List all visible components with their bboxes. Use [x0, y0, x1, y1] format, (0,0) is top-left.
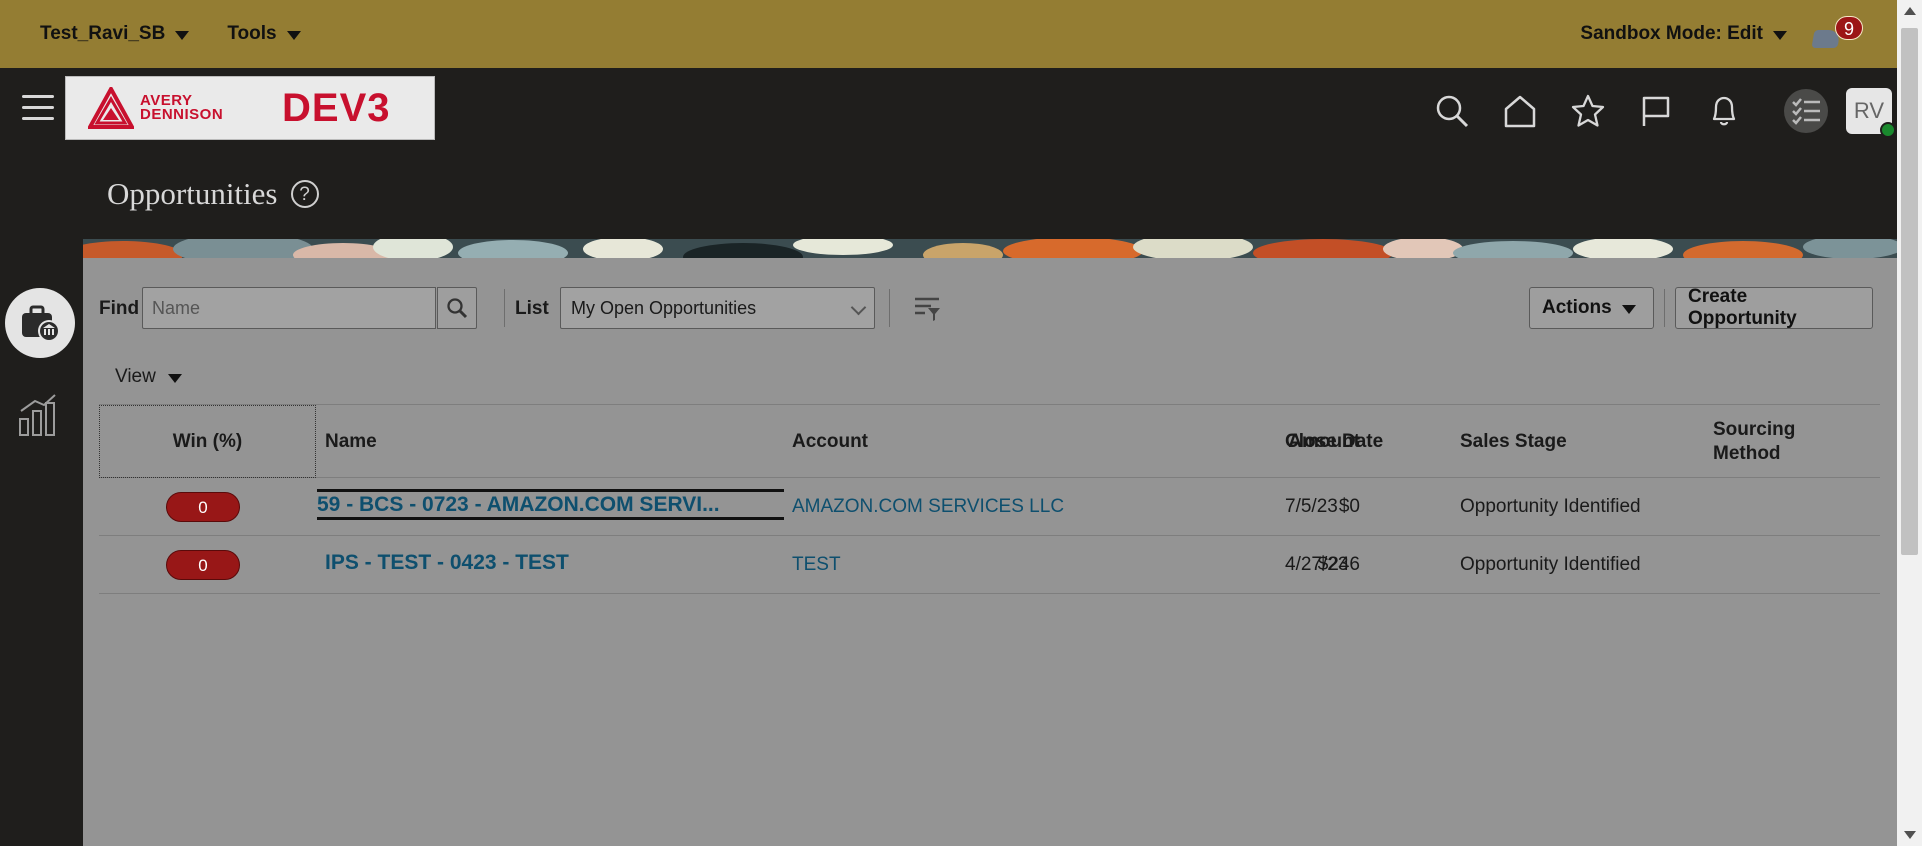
list-select[interactable]: My Open Opportunities	[560, 287, 875, 329]
caret-down-icon	[1773, 31, 1787, 40]
page-title-container: Opportunities ?	[107, 176, 319, 212]
avery-logo-mark	[86, 84, 136, 129]
company-logo[interactable]: AVERY DENNISON DEV3	[65, 76, 435, 140]
home-icon[interactable]	[1500, 91, 1540, 131]
sandbox-notifications[interactable]: 9	[1811, 16, 1863, 52]
view-label: View	[115, 366, 156, 387]
close-date-cell: 4/27/23	[1285, 554, 1349, 575]
sandbox-menu[interactable]: Test_Ravi_SB	[40, 23, 190, 45]
caret-down-icon	[286, 31, 301, 40]
sandbox-mode-menu[interactable]: Sandbox Mode: Edit	[1580, 23, 1787, 45]
win-percent-badge: 0	[166, 550, 240, 580]
toolbar-divider	[889, 289, 890, 327]
column-header-win[interactable]: Win (%)	[99, 405, 316, 478]
caret-down-icon	[1621, 305, 1636, 314]
favorites-icon[interactable]	[1568, 91, 1608, 131]
flag-icon[interactable]	[1636, 91, 1676, 131]
caret-down-icon	[175, 31, 190, 40]
main-content: Find Name List My Open Opportunities Act…	[83, 258, 1897, 846]
actions-label: Actions	[1542, 297, 1612, 318]
toolbar-divider	[504, 289, 505, 327]
opportunities-table: Win (%) Name Account Amount Close Date S…	[99, 404, 1880, 594]
search-button[interactable]	[437, 287, 477, 329]
online-status-dot	[1880, 122, 1896, 138]
account-link[interactable]: AMAZON.COM SERVICES LLC	[792, 496, 1064, 518]
page-title: Opportunities	[107, 176, 278, 211]
caret-down-icon	[167, 374, 182, 383]
help-icon[interactable]: ?	[290, 180, 319, 208]
hamburger-menu-icon[interactable]	[22, 95, 54, 121]
close-date-cell: 7/5/23	[1285, 496, 1338, 517]
list-label: List	[515, 298, 549, 319]
find-label: Find	[99, 298, 140, 319]
environment-label: DEV3	[282, 85, 391, 130]
advanced-filter-icon[interactable]	[913, 294, 941, 322]
table-row: 0 59 - BCS - 0723 - AMAZON.COM SERVI... …	[99, 478, 1880, 536]
column-header-name[interactable]: Name	[325, 431, 377, 453]
opportunity-name-link[interactable]: IPS - TEST - 0423 - TEST	[325, 551, 569, 575]
header-icons: RV	[1404, 88, 1897, 138]
search-icon	[447, 298, 468, 319]
scroll-up-arrow-icon[interactable]	[1904, 7, 1916, 15]
column-header-account[interactable]: Account	[792, 431, 868, 453]
search-icon[interactable]	[1432, 91, 1472, 131]
column-header-sales-stage[interactable]: Sales Stage	[1460, 431, 1567, 453]
sandbox-right: Sandbox Mode: Edit 9	[1580, 16, 1863, 52]
view-menu[interactable]: View	[115, 366, 182, 388]
sales-stage-cell: Opportunity Identified	[1460, 554, 1641, 575]
table-header-row: Win (%) Name Account Amount Close Date S…	[99, 404, 1880, 478]
scrollbar-thumb[interactable]	[1901, 28, 1918, 555]
create-opportunity-button[interactable]: Create Opportunity	[1675, 286, 1873, 329]
app-root: Test_Ravi_SB Tools Sandbox Mode: Edit 9	[0, 0, 1922, 846]
table-row: 0 IPS - TEST - 0423 - TEST TEST $246 4/2…	[99, 536, 1880, 594]
left-navigation-rail	[0, 218, 83, 846]
decorative-banner	[83, 239, 1897, 258]
tools-menu[interactable]: Tools	[227, 23, 301, 45]
opportunity-name-link[interactable]: 59 - BCS - 0723 - AMAZON.COM SERVI...	[317, 489, 784, 520]
chevron-down-icon	[850, 299, 867, 316]
logo-text: AVERY DENNISON	[140, 92, 224, 123]
sandbox-name: Test_Ravi_SB	[40, 23, 166, 44]
analytics-chart-icon[interactable]	[18, 393, 58, 437]
column-header-sourcing-method[interactable]: Sourcing Method	[1713, 418, 1823, 466]
notifications-icon[interactable]	[1704, 91, 1744, 131]
create-opportunity-label: Create Opportunity	[1688, 286, 1797, 329]
page-scrollbar[interactable]	[1897, 0, 1922, 846]
actions-menu-button[interactable]: Actions	[1529, 287, 1654, 329]
account-link[interactable]: TEST	[792, 554, 841, 576]
find-name-input[interactable]: Name	[142, 287, 436, 329]
avatar-initials: RV	[1853, 98, 1885, 123]
win-percent-badge: 0	[166, 492, 240, 522]
search-toolbar: Find Name List My Open Opportunities Act…	[83, 286, 1897, 329]
list-selected-value: My Open Opportunities	[571, 298, 757, 318]
tools-label: Tools	[227, 23, 277, 44]
scroll-down-arrow-icon[interactable]	[1904, 831, 1916, 839]
column-header-close-date[interactable]: Close Date	[1285, 431, 1383, 453]
toolbar-divider	[1664, 289, 1665, 327]
sandbox-mode-label: Sandbox Mode: Edit	[1580, 23, 1763, 44]
user-avatar[interactable]: RV	[1846, 88, 1896, 138]
notification-count-badge: 9	[1835, 16, 1863, 40]
sales-stage-cell: Opportunity Identified	[1460, 496, 1641, 517]
tasks-icon[interactable]	[1784, 89, 1828, 133]
sandbox-bar: Test_Ravi_SB Tools Sandbox Mode: Edit 9	[0, 0, 1897, 68]
opportunities-nav-icon[interactable]	[5, 288, 75, 358]
app-header: AVERY DENNISON DEV3 RV Opportunities ?	[0, 68, 1897, 218]
